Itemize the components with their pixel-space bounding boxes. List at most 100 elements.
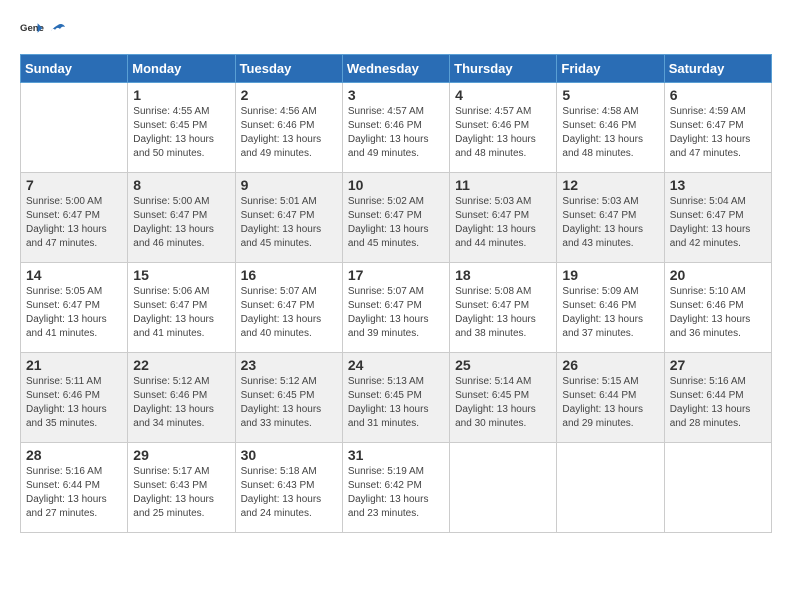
day-info: Sunrise: 5:02 AM Sunset: 6:47 PM Dayligh… <box>348 195 444 251</box>
sunset-text: Sunset: 6:47 PM <box>670 120 744 131</box>
sunset-text: Sunset: 6:47 PM <box>348 300 422 311</box>
day-number: 4 <box>455 87 551 103</box>
calendar-cell: 10 Sunrise: 5:02 AM Sunset: 6:47 PM Dayl… <box>342 173 449 263</box>
sunrise-text: Sunrise: 5:07 AM <box>241 286 317 297</box>
sunset-text: Sunset: 6:43 PM <box>133 480 207 491</box>
calendar-cell: 5 Sunrise: 4:58 AM Sunset: 6:46 PM Dayli… <box>557 83 664 173</box>
sunset-text: Sunset: 6:43 PM <box>241 480 315 491</box>
week-row-3: 14 Sunrise: 5:05 AM Sunset: 6:47 PM Dayl… <box>21 263 772 353</box>
day-info: Sunrise: 5:07 AM Sunset: 6:47 PM Dayligh… <box>241 285 337 341</box>
sunset-text: Sunset: 6:46 PM <box>133 390 207 401</box>
daylight-text: Daylight: 13 hours and 37 minutes. <box>562 314 643 339</box>
day-info: Sunrise: 5:03 AM Sunset: 6:47 PM Dayligh… <box>562 195 658 251</box>
calendar-cell: 24 Sunrise: 5:13 AM Sunset: 6:45 PM Dayl… <box>342 353 449 443</box>
calendar-cell: 14 Sunrise: 5:05 AM Sunset: 6:47 PM Dayl… <box>21 263 128 353</box>
day-info: Sunrise: 5:16 AM Sunset: 6:44 PM Dayligh… <box>670 375 766 431</box>
week-row-5: 28 Sunrise: 5:16 AM Sunset: 6:44 PM Dayl… <box>21 443 772 533</box>
day-number: 16 <box>241 267 337 283</box>
sunrise-text: Sunrise: 5:03 AM <box>455 196 531 207</box>
calendar-cell: 7 Sunrise: 5:00 AM Sunset: 6:47 PM Dayli… <box>21 173 128 263</box>
day-info: Sunrise: 5:03 AM Sunset: 6:47 PM Dayligh… <box>455 195 551 251</box>
calendar-cell: 1 Sunrise: 4:55 AM Sunset: 6:45 PM Dayli… <box>128 83 235 173</box>
sunset-text: Sunset: 6:47 PM <box>26 300 100 311</box>
calendar-cell: 30 Sunrise: 5:18 AM Sunset: 6:43 PM Dayl… <box>235 443 342 533</box>
sunset-text: Sunset: 6:45 PM <box>455 390 529 401</box>
sunrise-text: Sunrise: 5:14 AM <box>455 376 531 387</box>
day-info: Sunrise: 5:13 AM Sunset: 6:45 PM Dayligh… <box>348 375 444 431</box>
sunset-text: Sunset: 6:47 PM <box>133 210 207 221</box>
sunrise-text: Sunrise: 5:02 AM <box>348 196 424 207</box>
daylight-text: Daylight: 13 hours and 24 minutes. <box>241 494 322 519</box>
calendar-cell: 28 Sunrise: 5:16 AM Sunset: 6:44 PM Dayl… <box>21 443 128 533</box>
calendar-cell: 25 Sunrise: 5:14 AM Sunset: 6:45 PM Dayl… <box>450 353 557 443</box>
sunrise-text: Sunrise: 5:08 AM <box>455 286 531 297</box>
calendar-cell: 20 Sunrise: 5:10 AM Sunset: 6:46 PM Dayl… <box>664 263 771 353</box>
sunset-text: Sunset: 6:45 PM <box>348 390 422 401</box>
sunset-text: Sunset: 6:42 PM <box>348 480 422 491</box>
daylight-text: Daylight: 13 hours and 45 minutes. <box>348 224 429 249</box>
day-number: 5 <box>562 87 658 103</box>
day-info: Sunrise: 5:16 AM Sunset: 6:44 PM Dayligh… <box>26 465 122 521</box>
daylight-text: Daylight: 13 hours and 44 minutes. <box>455 224 536 249</box>
day-info: Sunrise: 5:04 AM Sunset: 6:47 PM Dayligh… <box>670 195 766 251</box>
day-number: 3 <box>348 87 444 103</box>
weekday-header-monday: Monday <box>128 55 235 83</box>
sunrise-text: Sunrise: 4:57 AM <box>348 106 424 117</box>
day-number: 11 <box>455 177 551 193</box>
sunset-text: Sunset: 6:46 PM <box>562 120 636 131</box>
daylight-text: Daylight: 13 hours and 38 minutes. <box>455 314 536 339</box>
calendar-cell: 4 Sunrise: 4:57 AM Sunset: 6:46 PM Dayli… <box>450 83 557 173</box>
sunset-text: Sunset: 6:45 PM <box>133 120 207 131</box>
daylight-text: Daylight: 13 hours and 34 minutes. <box>133 404 214 429</box>
daylight-text: Daylight: 13 hours and 41 minutes. <box>26 314 107 339</box>
daylight-text: Daylight: 13 hours and 45 minutes. <box>241 224 322 249</box>
day-info: Sunrise: 4:57 AM Sunset: 6:46 PM Dayligh… <box>455 105 551 161</box>
day-info: Sunrise: 5:05 AM Sunset: 6:47 PM Dayligh… <box>26 285 122 341</box>
day-info: Sunrise: 5:09 AM Sunset: 6:46 PM Dayligh… <box>562 285 658 341</box>
week-row-1: 1 Sunrise: 4:55 AM Sunset: 6:45 PM Dayli… <box>21 83 772 173</box>
calendar-cell: 2 Sunrise: 4:56 AM Sunset: 6:46 PM Dayli… <box>235 83 342 173</box>
weekday-header-row: SundayMondayTuesdayWednesdayThursdayFrid… <box>21 55 772 83</box>
day-number: 29 <box>133 447 229 463</box>
sunset-text: Sunset: 6:44 PM <box>26 480 100 491</box>
day-number: 22 <box>133 357 229 373</box>
day-number: 10 <box>348 177 444 193</box>
daylight-text: Daylight: 13 hours and 27 minutes. <box>26 494 107 519</box>
calendar-cell: 11 Sunrise: 5:03 AM Sunset: 6:47 PM Dayl… <box>450 173 557 263</box>
sunset-text: Sunset: 6:44 PM <box>670 390 744 401</box>
day-number: 6 <box>670 87 766 103</box>
day-number: 13 <box>670 177 766 193</box>
day-number: 31 <box>348 447 444 463</box>
sunrise-text: Sunrise: 5:04 AM <box>670 196 746 207</box>
calendar-cell: 13 Sunrise: 5:04 AM Sunset: 6:47 PM Dayl… <box>664 173 771 263</box>
calendar-cell <box>664 443 771 533</box>
calendar-cell: 29 Sunrise: 5:17 AM Sunset: 6:43 PM Dayl… <box>128 443 235 533</box>
day-info: Sunrise: 5:17 AM Sunset: 6:43 PM Dayligh… <box>133 465 229 521</box>
sunset-text: Sunset: 6:46 PM <box>562 300 636 311</box>
day-info: Sunrise: 5:15 AM Sunset: 6:44 PM Dayligh… <box>562 375 658 431</box>
daylight-text: Daylight: 13 hours and 46 minutes. <box>133 224 214 249</box>
calendar-cell <box>450 443 557 533</box>
day-number: 30 <box>241 447 337 463</box>
day-number: 17 <box>348 267 444 283</box>
daylight-text: Daylight: 13 hours and 23 minutes. <box>348 494 429 519</box>
sunrise-text: Sunrise: 4:58 AM <box>562 106 638 117</box>
logo-icon: General <box>20 20 44 44</box>
calendar-cell: 19 Sunrise: 5:09 AM Sunset: 6:46 PM Dayl… <box>557 263 664 353</box>
calendar-cell: 16 Sunrise: 5:07 AM Sunset: 6:47 PM Dayl… <box>235 263 342 353</box>
calendar-cell: 3 Sunrise: 4:57 AM Sunset: 6:46 PM Dayli… <box>342 83 449 173</box>
calendar-cell: 15 Sunrise: 5:06 AM Sunset: 6:47 PM Dayl… <box>128 263 235 353</box>
week-row-4: 21 Sunrise: 5:11 AM Sunset: 6:46 PM Dayl… <box>21 353 772 443</box>
week-row-2: 7 Sunrise: 5:00 AM Sunset: 6:47 PM Dayli… <box>21 173 772 263</box>
sunrise-text: Sunrise: 5:06 AM <box>133 286 209 297</box>
logo: General <box>20 20 68 44</box>
daylight-text: Daylight: 13 hours and 25 minutes. <box>133 494 214 519</box>
day-number: 2 <box>241 87 337 103</box>
day-number: 8 <box>133 177 229 193</box>
sunrise-text: Sunrise: 5:16 AM <box>670 376 746 387</box>
sunset-text: Sunset: 6:47 PM <box>670 210 744 221</box>
day-info: Sunrise: 5:01 AM Sunset: 6:47 PM Dayligh… <box>241 195 337 251</box>
weekday-header-tuesday: Tuesday <box>235 55 342 83</box>
daylight-text: Daylight: 13 hours and 30 minutes. <box>455 404 536 429</box>
day-number: 7 <box>26 177 122 193</box>
